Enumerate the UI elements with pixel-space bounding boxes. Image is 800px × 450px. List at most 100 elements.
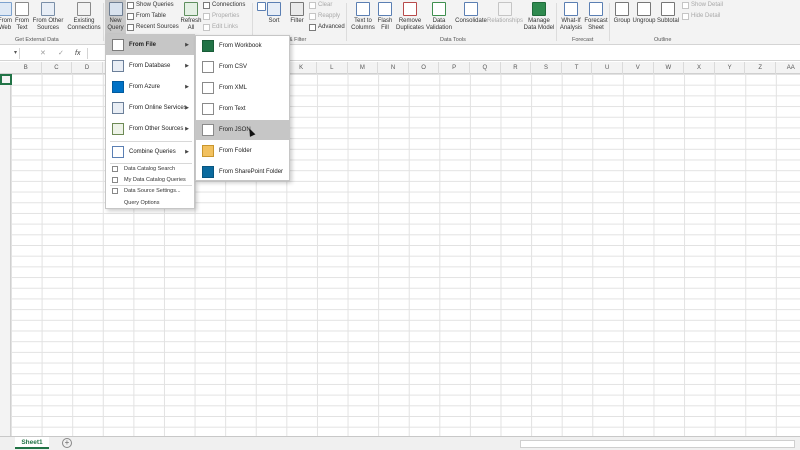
menu-item-from-xml[interactable]: From XML: [196, 78, 289, 98]
filter-label: Filter: [290, 18, 304, 24]
existing-connections-button[interactable]: Existing Connections: [66, 2, 102, 32]
insert-function-icon[interactable]: fx: [75, 48, 80, 59]
manage-data-model-button[interactable]: Manage Data Model: [524, 2, 554, 32]
web-icon: [0, 2, 12, 16]
menu-item-my-data-catalog-queries[interactable]: My Data Catalog Queries: [106, 174, 194, 185]
menu-item-from-sharepoint-folder[interactable]: From SharePoint Folder: [196, 162, 289, 182]
what-if-analysis-button[interactable]: What-If Analysis: [558, 2, 584, 32]
recent-sources-button[interactable]: Recent Sources: [127, 24, 179, 31]
add-sheet-icon[interactable]: +: [62, 438, 72, 448]
column-header[interactable]: Z: [745, 62, 776, 74]
remove-duplicates-button[interactable]: Remove Duplicates: [395, 2, 425, 32]
column-header[interactable]: U: [592, 62, 623, 74]
column-header[interactable]: O: [409, 62, 440, 74]
csv-file-icon: [202, 61, 214, 73]
menu-item-from-database[interactable]: From Database ▶: [106, 56, 194, 76]
menu-item-from-other-sources[interactable]: From Other Sources ▶: [106, 119, 194, 139]
menu-item-combine-queries[interactable]: Combine Queries ▶: [106, 142, 194, 162]
connections-button[interactable]: Connections: [203, 2, 245, 9]
from-other-sources-button[interactable]: From Other Sources: [32, 2, 64, 32]
column-header[interactable]: R: [501, 62, 532, 74]
sheet-tab-sheet1[interactable]: Sheet1: [15, 437, 49, 449]
from-text-button[interactable]: From Text: [13, 2, 31, 32]
from-table-button[interactable]: From Table: [127, 13, 166, 20]
subtotal-button[interactable]: Subtotal: [656, 2, 680, 25]
advanced-button[interactable]: Advanced: [309, 24, 345, 31]
from-csv-label: From CSV: [219, 64, 248, 70]
flash-fill-icon: [378, 2, 392, 16]
from-azure-label: From Azure: [129, 84, 161, 90]
column-header[interactable]: B: [11, 62, 42, 74]
consolidate-button[interactable]: Consolidate: [455, 2, 487, 25]
from-web-button[interactable]: From Web: [0, 2, 12, 32]
menu-item-from-folder[interactable]: From Folder: [196, 141, 289, 161]
menu-item-from-file[interactable]: From File ▶: [106, 35, 194, 55]
column-header[interactable]: K: [286, 62, 317, 74]
menu-item-from-csv[interactable]: From CSV: [196, 57, 289, 77]
column-header[interactable]: D: [72, 62, 103, 74]
connections-label: Connections: [212, 2, 246, 8]
relationships-button[interactable]: Relationships: [487, 2, 523, 25]
column-header[interactable]: Y: [715, 62, 746, 74]
query-options-label: Query Options: [124, 199, 160, 206]
flash-fill-label: Flash Fill: [377, 18, 393, 31]
column-header[interactable]: T: [562, 62, 593, 74]
menu-item-query-options[interactable]: Query Options: [106, 197, 194, 208]
forecast-sheet-button[interactable]: Forecast Sheet: [584, 2, 608, 32]
manage-data-model-label: Manage Data Model: [523, 18, 555, 31]
group-label: Group: [613, 18, 631, 24]
show-queries-button[interactable]: Show Queries: [127, 2, 174, 9]
database-icon: [112, 60, 124, 72]
column-header[interactable]: Q: [470, 62, 501, 74]
connections-small-icon: [203, 2, 210, 9]
menu-item-from-json[interactable]: From JSON: [196, 120, 289, 140]
column-header[interactable]: M: [348, 62, 379, 74]
from-text-menu-label: From Text: [219, 106, 246, 112]
selected-cell[interactable]: [0, 74, 12, 85]
flash-fill-button[interactable]: Flash Fill: [377, 2, 393, 32]
sort-button[interactable]: Sort: [265, 2, 283, 25]
excel-window: From Web From Text From Other Sources Ex…: [0, 0, 800, 450]
hide-detail-button[interactable]: Hide Detail: [682, 13, 720, 20]
remove-duplicates-label: Remove Duplicates: [395, 18, 424, 31]
column-header[interactable]: X: [684, 62, 715, 74]
menu-item-from-online-services[interactable]: From Online Services ▶: [106, 98, 194, 118]
column-header[interactable]: P: [439, 62, 470, 74]
row-headers: [0, 74, 11, 436]
from-sharepoint-folder-label: From SharePoint Folder: [219, 169, 284, 175]
new-query-label: New Query: [107, 18, 124, 31]
show-detail-button[interactable]: Show Detail: [682, 2, 723, 9]
sheet-tabs-bar: Sheet1 +: [0, 436, 800, 450]
refresh-all-button[interactable]: Refresh All: [181, 2, 202, 32]
column-header[interactable]: C: [42, 62, 73, 74]
menu-item-from-azure[interactable]: From Azure ▶: [106, 77, 194, 97]
group-button[interactable]: Group: [612, 2, 632, 25]
menu-item-data-source-settings[interactable]: Data Source Settings...: [106, 185, 194, 196]
filter-button[interactable]: Filter: [288, 2, 306, 25]
text-to-columns-button[interactable]: Text to Columns: [350, 2, 376, 32]
group-forecast: Forecast: [572, 37, 594, 43]
clear-button[interactable]: Clear: [309, 2, 332, 9]
horizontal-scrollbar[interactable]: [520, 440, 795, 448]
menu-item-data-catalog-search[interactable]: Data Catalog Search: [106, 163, 194, 174]
enter-formula-icon[interactable]: ✓: [58, 48, 64, 59]
folder-icon: [202, 145, 214, 157]
new-query-button[interactable]: New Query: [105, 2, 126, 32]
column-header[interactable]: V: [623, 62, 654, 74]
menu-item-from-workbook[interactable]: From Workbook: [196, 36, 289, 56]
column-header[interactable]: L: [317, 62, 348, 74]
ungroup-button[interactable]: Ungroup: [632, 2, 656, 25]
column-header[interactable]: W: [654, 62, 685, 74]
menu-item-from-text[interactable]: From Text: [196, 99, 289, 119]
properties-button[interactable]: Properties: [203, 13, 239, 20]
edit-links-button[interactable]: Edit Links: [203, 24, 238, 31]
from-web-label: From Web: [0, 18, 12, 31]
cancel-formula-icon[interactable]: ✕: [40, 48, 46, 59]
data-validation-button[interactable]: Data Validation: [425, 2, 453, 32]
column-header[interactable]: S: [531, 62, 562, 74]
reapply-button[interactable]: Reapply: [309, 13, 340, 20]
text-file-icon: [202, 103, 214, 115]
column-header[interactable]: AA: [776, 62, 800, 74]
column-header[interactable]: N: [378, 62, 409, 74]
name-box[interactable]: ▾: [0, 48, 20, 59]
